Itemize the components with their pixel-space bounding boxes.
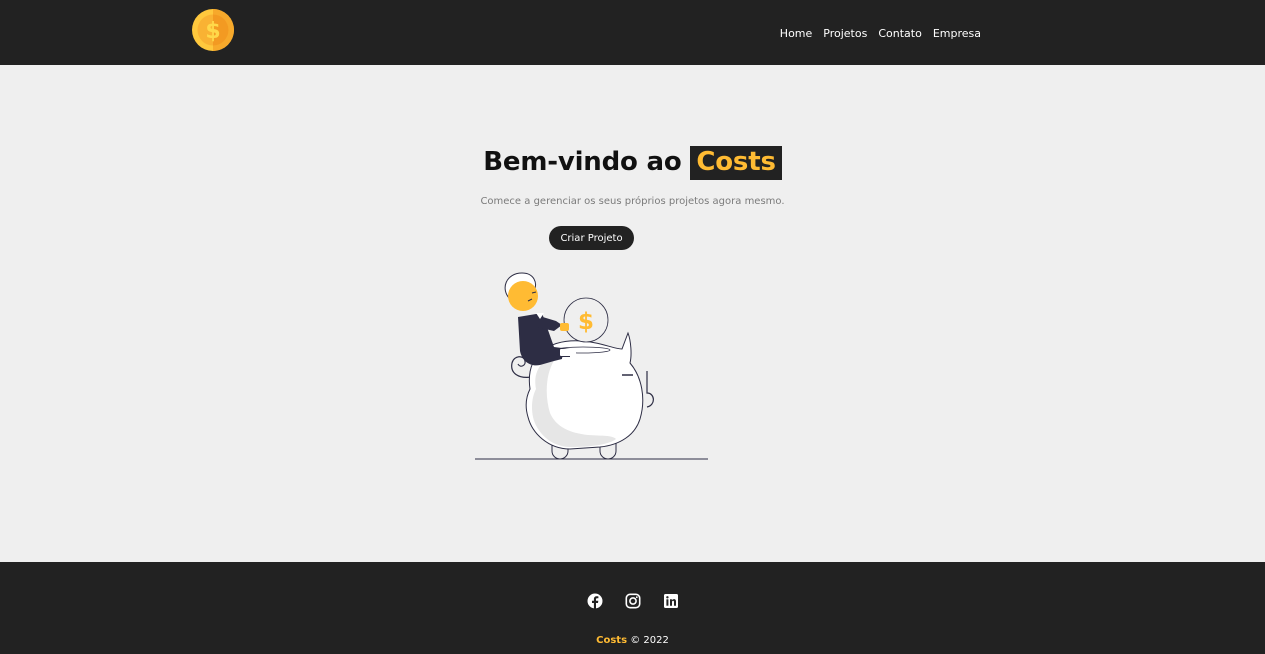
- hero-title: Bem-vindo ao Costs: [0, 146, 1265, 180]
- svg-text:$: $: [205, 19, 220, 44]
- nav-link-contato[interactable]: Contato: [878, 27, 921, 40]
- nav-link-projetos[interactable]: Projetos: [823, 27, 867, 40]
- copyright-year: © 2022: [630, 635, 669, 646]
- coin-dollar-icon[interactable]: $: [191, 8, 235, 52]
- piggy-bank-illustration: $: [475, 272, 708, 460]
- nav-link-home[interactable]: Home: [780, 27, 812, 40]
- copyright-text: Costs © 2022: [0, 635, 1265, 646]
- facebook-icon[interactable]: [587, 593, 603, 609]
- nav-link-empresa[interactable]: Empresa: [933, 27, 981, 40]
- svg-text:$: $: [578, 309, 594, 335]
- hero-subtitle: Comece a gerenciar os seus próprios proj…: [480, 196, 785, 207]
- hero-title-prefix: Bem-vindo ao: [483, 147, 682, 177]
- linkedin-icon[interactable]: [663, 593, 679, 609]
- instagram-icon[interactable]: [624, 593, 641, 609]
- home-section: Bem-vindo ao Costs Comece a gerenciar os…: [0, 65, 1265, 562]
- create-project-button[interactable]: Criar Projeto: [549, 226, 634, 250]
- hero-title-brand: Costs: [690, 146, 782, 180]
- nav-menu: Home Projetos Contato Empresa: [780, 22, 981, 43]
- social-links: [0, 593, 1265, 609]
- copyright-brand: Costs: [596, 635, 628, 646]
- navbar: $ Home Projetos Contato Empresa: [0, 0, 1265, 65]
- footer: Costs © 2022: [0, 562, 1265, 654]
